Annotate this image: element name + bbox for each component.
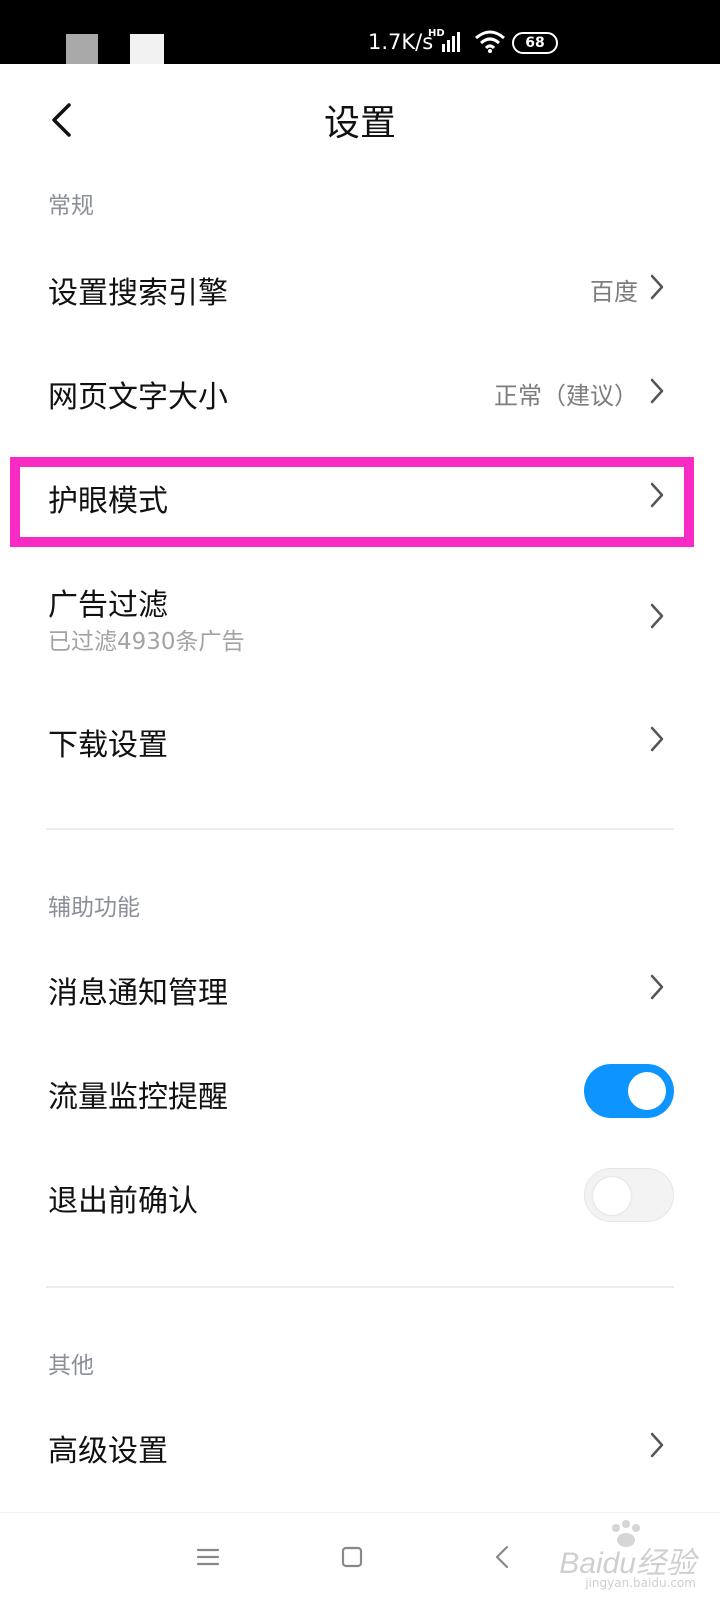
wifi-icon: [475, 30, 505, 53]
page-title: 设置: [323, 103, 396, 144]
section-label-general: 常规: [48, 193, 94, 219]
setting-download[interactable]: 下载设置: [0, 690, 720, 790]
chevron-right-icon: [650, 378, 664, 404]
row-title: 网页文字大小: [48, 380, 228, 415]
chevron-right-icon: [650, 974, 664, 1000]
exit-confirm-toggle[interactable]: [584, 1168, 674, 1222]
signal-icon: [442, 32, 460, 52]
status-obscured-block: [66, 34, 98, 64]
row-title: 退出前确认: [48, 1184, 198, 1219]
section-label-other: 其他: [48, 1353, 94, 1379]
setting-notification[interactable]: 消息通知管理: [0, 938, 720, 1038]
row-title: 流量监控提醒: [48, 1080, 228, 1115]
row-title: 消息通知管理: [48, 976, 228, 1011]
chevron-right-icon: [650, 274, 664, 300]
section-label-assist: 辅助功能: [48, 895, 140, 921]
section-divider: [46, 1286, 674, 1288]
toggle-knob: [628, 1072, 666, 1110]
row-title: 护眼模式: [48, 484, 168, 519]
chevron-right-icon: [650, 482, 664, 508]
watermark-url: jingyan.baidu.com: [585, 1576, 696, 1590]
menu-nav-button[interactable]: [188, 1541, 228, 1573]
watermark: Baidu经验 jingyan.baidu.com: [556, 1520, 706, 1590]
back-nav-button[interactable]: [482, 1541, 522, 1573]
status-obscured-block: [130, 34, 164, 64]
row-value: 百度: [590, 278, 638, 306]
setting-traffic-monitor: 流量监控提醒: [0, 1042, 720, 1142]
row-title: 下载设置: [48, 728, 168, 763]
row-title: 设置搜索引擎: [48, 276, 228, 311]
chevron-right-icon: [650, 726, 664, 752]
setting-eye-protection[interactable]: 护眼模式: [0, 446, 720, 546]
status-bar: 1.7K/s HD 68: [0, 0, 720, 64]
home-square-icon: [341, 1546, 363, 1568]
net-speed: 1.7K/s: [368, 30, 434, 54]
row-subtitle: 已过滤4930条广告: [48, 629, 245, 655]
home-nav-button[interactable]: [332, 1541, 372, 1573]
row-value: 正常（建议）: [494, 382, 638, 410]
back-triangle-icon: [495, 1545, 509, 1569]
row-title: 广告过滤: [48, 588, 168, 623]
menu-icon: [196, 1548, 220, 1566]
setting-exit-confirm: 退出前确认: [0, 1146, 720, 1246]
section-divider: [46, 828, 674, 830]
setting-font-size[interactable]: 网页文字大小 正常（建议）: [0, 340, 720, 440]
setting-advanced[interactable]: 高级设置: [0, 1396, 720, 1496]
top-bar: 设置: [0, 64, 720, 174]
battery-icon: 68: [512, 32, 558, 54]
chevron-right-icon: [650, 1432, 664, 1458]
traffic-monitor-toggle[interactable]: [584, 1064, 674, 1118]
battery-level: 68: [525, 35, 545, 51]
toggle-knob: [593, 1177, 631, 1215]
setting-search-engine[interactable]: 设置搜索引擎 百度: [0, 236, 720, 336]
row-title: 高级设置: [48, 1434, 168, 1469]
chevron-right-icon: [650, 603, 664, 629]
setting-ad-filter[interactable]: 广告过滤 已过滤4930条广告: [0, 560, 720, 680]
